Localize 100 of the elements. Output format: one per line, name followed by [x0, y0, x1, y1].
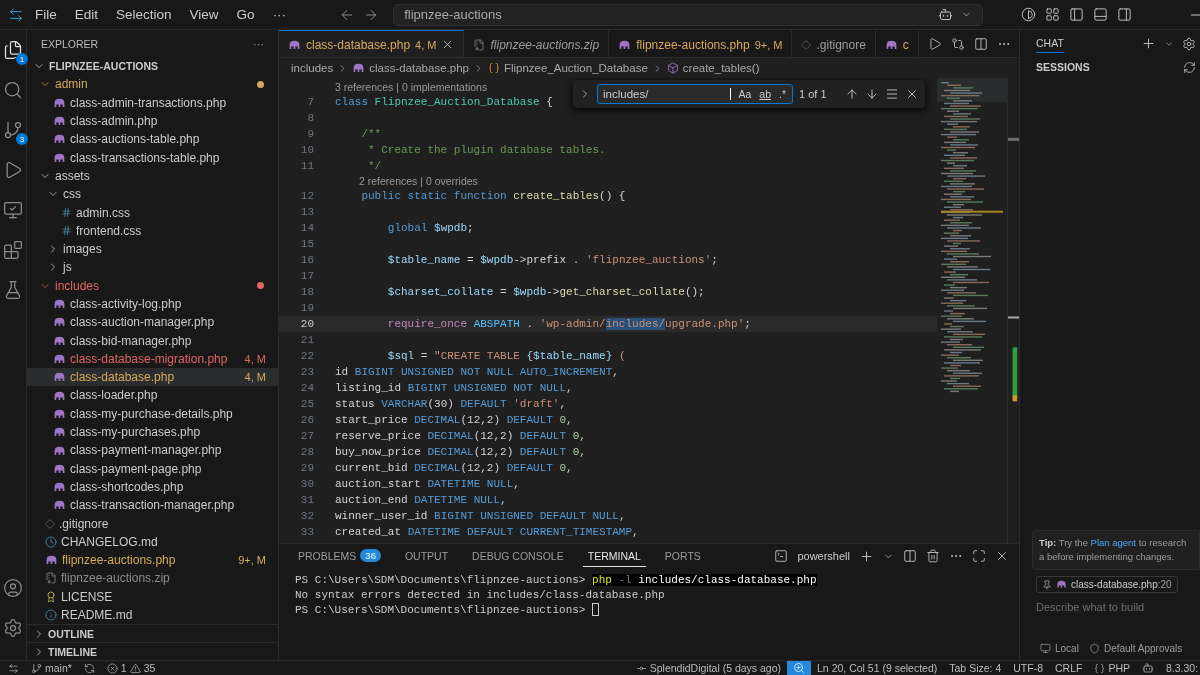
- explorer-entry[interactable]: class-database.php 4, M: [27, 368, 278, 387]
- search-option-toggle[interactable]: Aa: [737, 88, 753, 100]
- terminal-name[interactable]: powershell: [797, 550, 850, 562]
- explorer-folder[interactable]: includes: [27, 276, 278, 295]
- layout-icon[interactable]: [1045, 7, 1061, 22]
- new-chat-icon[interactable]: [1141, 36, 1156, 51]
- remote-explorer-icon[interactable]: [3, 200, 23, 220]
- panel-bottom-icon[interactable]: [1093, 7, 1109, 22]
- pin-icon[interactable]: [1042, 579, 1052, 590]
- more-actions[interactable]: ···: [253, 37, 264, 50]
- sync-icon[interactable]: [83, 662, 95, 674]
- chat-tab[interactable]: CHAT: [1036, 34, 1064, 53]
- sessions-header[interactable]: SESSIONS: [1036, 61, 1183, 73]
- next-match-icon[interactable]: [864, 87, 879, 101]
- local-button[interactable]: Local: [1040, 643, 1079, 654]
- breadcrumb-item[interactable]: create_tables(): [682, 62, 760, 74]
- shield-icon[interactable]: [1088, 643, 1100, 654]
- section-header[interactable]: TIMELINE: [48, 645, 97, 658]
- blame-status[interactable]: SplendidDigital (5 days ago): [629, 661, 788, 675]
- explorer-entry[interactable]: LICENSE: [27, 587, 278, 606]
- zoom-icon[interactable]: [793, 662, 806, 674]
- menu-item[interactable]: Selection: [109, 5, 179, 24]
- explorer-entry[interactable]: class-activity-log.php: [27, 294, 278, 314]
- compare-icon[interactable]: [951, 36, 965, 51]
- panel-tab[interactable]: PORTS: [659, 545, 706, 567]
- monitor-icon[interactable]: [1040, 643, 1051, 654]
- overview-ruler-drawing[interactable]: [1007, 78, 1019, 543]
- explorer-folder[interactable]: css: [27, 185, 278, 204]
- explorer-entry[interactable]: class-admin-transactions.php: [27, 93, 278, 112]
- code-lens[interactable]: 3 references | 0 implementations: [335, 81, 488, 93]
- explorer-folder[interactable]: assets: [27, 166, 278, 186]
- maximize-icon[interactable]: [972, 549, 986, 563]
- panel-left-icon[interactable]: [1069, 7, 1085, 22]
- find-in-selection-icon[interactable]: [884, 87, 899, 101]
- find-field[interactable]: includes/ Aa ab .*: [597, 84, 793, 104]
- explorer-entry[interactable]: README.md: [27, 605, 278, 624]
- menu-item[interactable]: ···: [265, 5, 294, 24]
- editor-tab[interactable]: class-database.php 4, M: [279, 30, 465, 57]
- explorer-entry[interactable]: class-auctions-table.php: [27, 130, 278, 149]
- workspace-title[interactable]: FLIPNZEE-AUCTIONS: [49, 60, 159, 73]
- explorer-entry[interactable]: class-admin.php: [27, 111, 278, 131]
- explorer-entry[interactable]: .gitignore: [27, 514, 278, 533]
- run-icon[interactable]: [928, 36, 942, 51]
- settings-icon[interactable]: [3, 618, 23, 638]
- menu-item[interactable]: Go: [229, 5, 262, 24]
- source-control-icon[interactable]: [3, 120, 23, 140]
- language-status[interactable]: PHP: [1088, 661, 1136, 675]
- extensions-icon[interactable]: [3, 240, 23, 260]
- trash-icon[interactable]: [926, 549, 940, 563]
- explorer-entry[interactable]: frontend.css: [27, 221, 278, 240]
- copilot-icon[interactable]: [1142, 662, 1154, 674]
- previous-match-icon[interactable]: [844, 87, 859, 101]
- explorer-entry[interactable]: admin.css: [27, 203, 278, 222]
- new-terminal-icon[interactable]: [859, 548, 874, 564]
- explorer-entry[interactable]: class-payment-page.php: [27, 459, 278, 478]
- explorer-entry[interactable]: class-transactions-table.php: [27, 148, 278, 167]
- search-option-toggle[interactable]: .*: [778, 88, 787, 100]
- explorer-entry[interactable]: class-my-purchase-details.php: [27, 404, 278, 423]
- chat-input-field[interactable]: Describe what to build: [1036, 601, 1194, 613]
- section-header[interactable]: OUTLINE: [48, 627, 95, 640]
- explorer-icon[interactable]: [3, 40, 23, 60]
- explorer-entry[interactable]: CHANGELOG.md: [27, 532, 278, 551]
- flask-icon[interactable]: [3, 280, 23, 300]
- approvals-button[interactable]: Default Approvals: [1088, 643, 1183, 654]
- explorer-entry[interactable]: class-shortcodes.php: [27, 477, 278, 497]
- half-circle-icon[interactable]: [1021, 7, 1037, 22]
- explorer-entry[interactable]: class-database-migration.php 4, M: [27, 349, 278, 369]
- status-item[interactable]: CRLF: [1049, 661, 1089, 675]
- explorer-entry[interactable]: class-my-purchases.php: [27, 422, 278, 442]
- explorer-entry[interactable]: flipnzee-auctions.zip: [27, 569, 278, 588]
- breadcrumb-item[interactable]: class-database.php: [369, 62, 469, 74]
- menu-item[interactable]: Edit: [67, 5, 106, 24]
- context-chip[interactable]: class-database.php:20: [1036, 576, 1178, 593]
- plan-agent-link[interactable]: Plan agent: [1090, 537, 1136, 549]
- copilot-icon[interactable]: [938, 7, 954, 22]
- settings-icon[interactable]: [1182, 36, 1196, 51]
- split-editor-icon[interactable]: [974, 36, 988, 51]
- panel-tab[interactable]: TERMINAL: [582, 545, 646, 567]
- close-icon[interactable]: [995, 549, 1009, 563]
- command-center[interactable]: flipnzee-auctions: [393, 3, 984, 26]
- breadcrumb-item[interactable]: Flipnzee_Auction_Database: [503, 62, 648, 74]
- status-item[interactable]: 8.3.30:: [1160, 661, 1200, 675]
- explorer-folder[interactable]: js: [27, 258, 278, 277]
- branch-status[interactable]: main*: [25, 661, 78, 675]
- breadcrumb-item[interactable]: includes: [291, 62, 334, 74]
- refresh-icon[interactable]: [1183, 60, 1196, 74]
- status-item[interactable]: UTF-8: [1007, 661, 1049, 675]
- problems-status[interactable]: 1 35: [100, 661, 162, 675]
- explorer-entry[interactable]: class-loader.php: [27, 386, 278, 405]
- explorer-folder[interactable]: images: [27, 239, 278, 259]
- panel-tab[interactable]: OUTPUT: [399, 545, 454, 567]
- search-icon[interactable]: [3, 80, 23, 100]
- code-lens[interactable]: 2 references | 0 overrides: [359, 175, 478, 187]
- explorer-entry[interactable]: class-transaction-manager.php: [27, 496, 278, 515]
- explorer-entry[interactable]: class-auction-manager.php: [27, 313, 278, 332]
- remote-icon[interactable]: [8, 662, 19, 674]
- explorer-entry[interactable]: class-bid-manager.php: [27, 331, 278, 350]
- explorer-folder[interactable]: admin: [27, 75, 278, 94]
- status-item[interactable]: Ln 20, Col 51 (9 selected): [811, 661, 944, 675]
- account-icon[interactable]: [3, 578, 23, 598]
